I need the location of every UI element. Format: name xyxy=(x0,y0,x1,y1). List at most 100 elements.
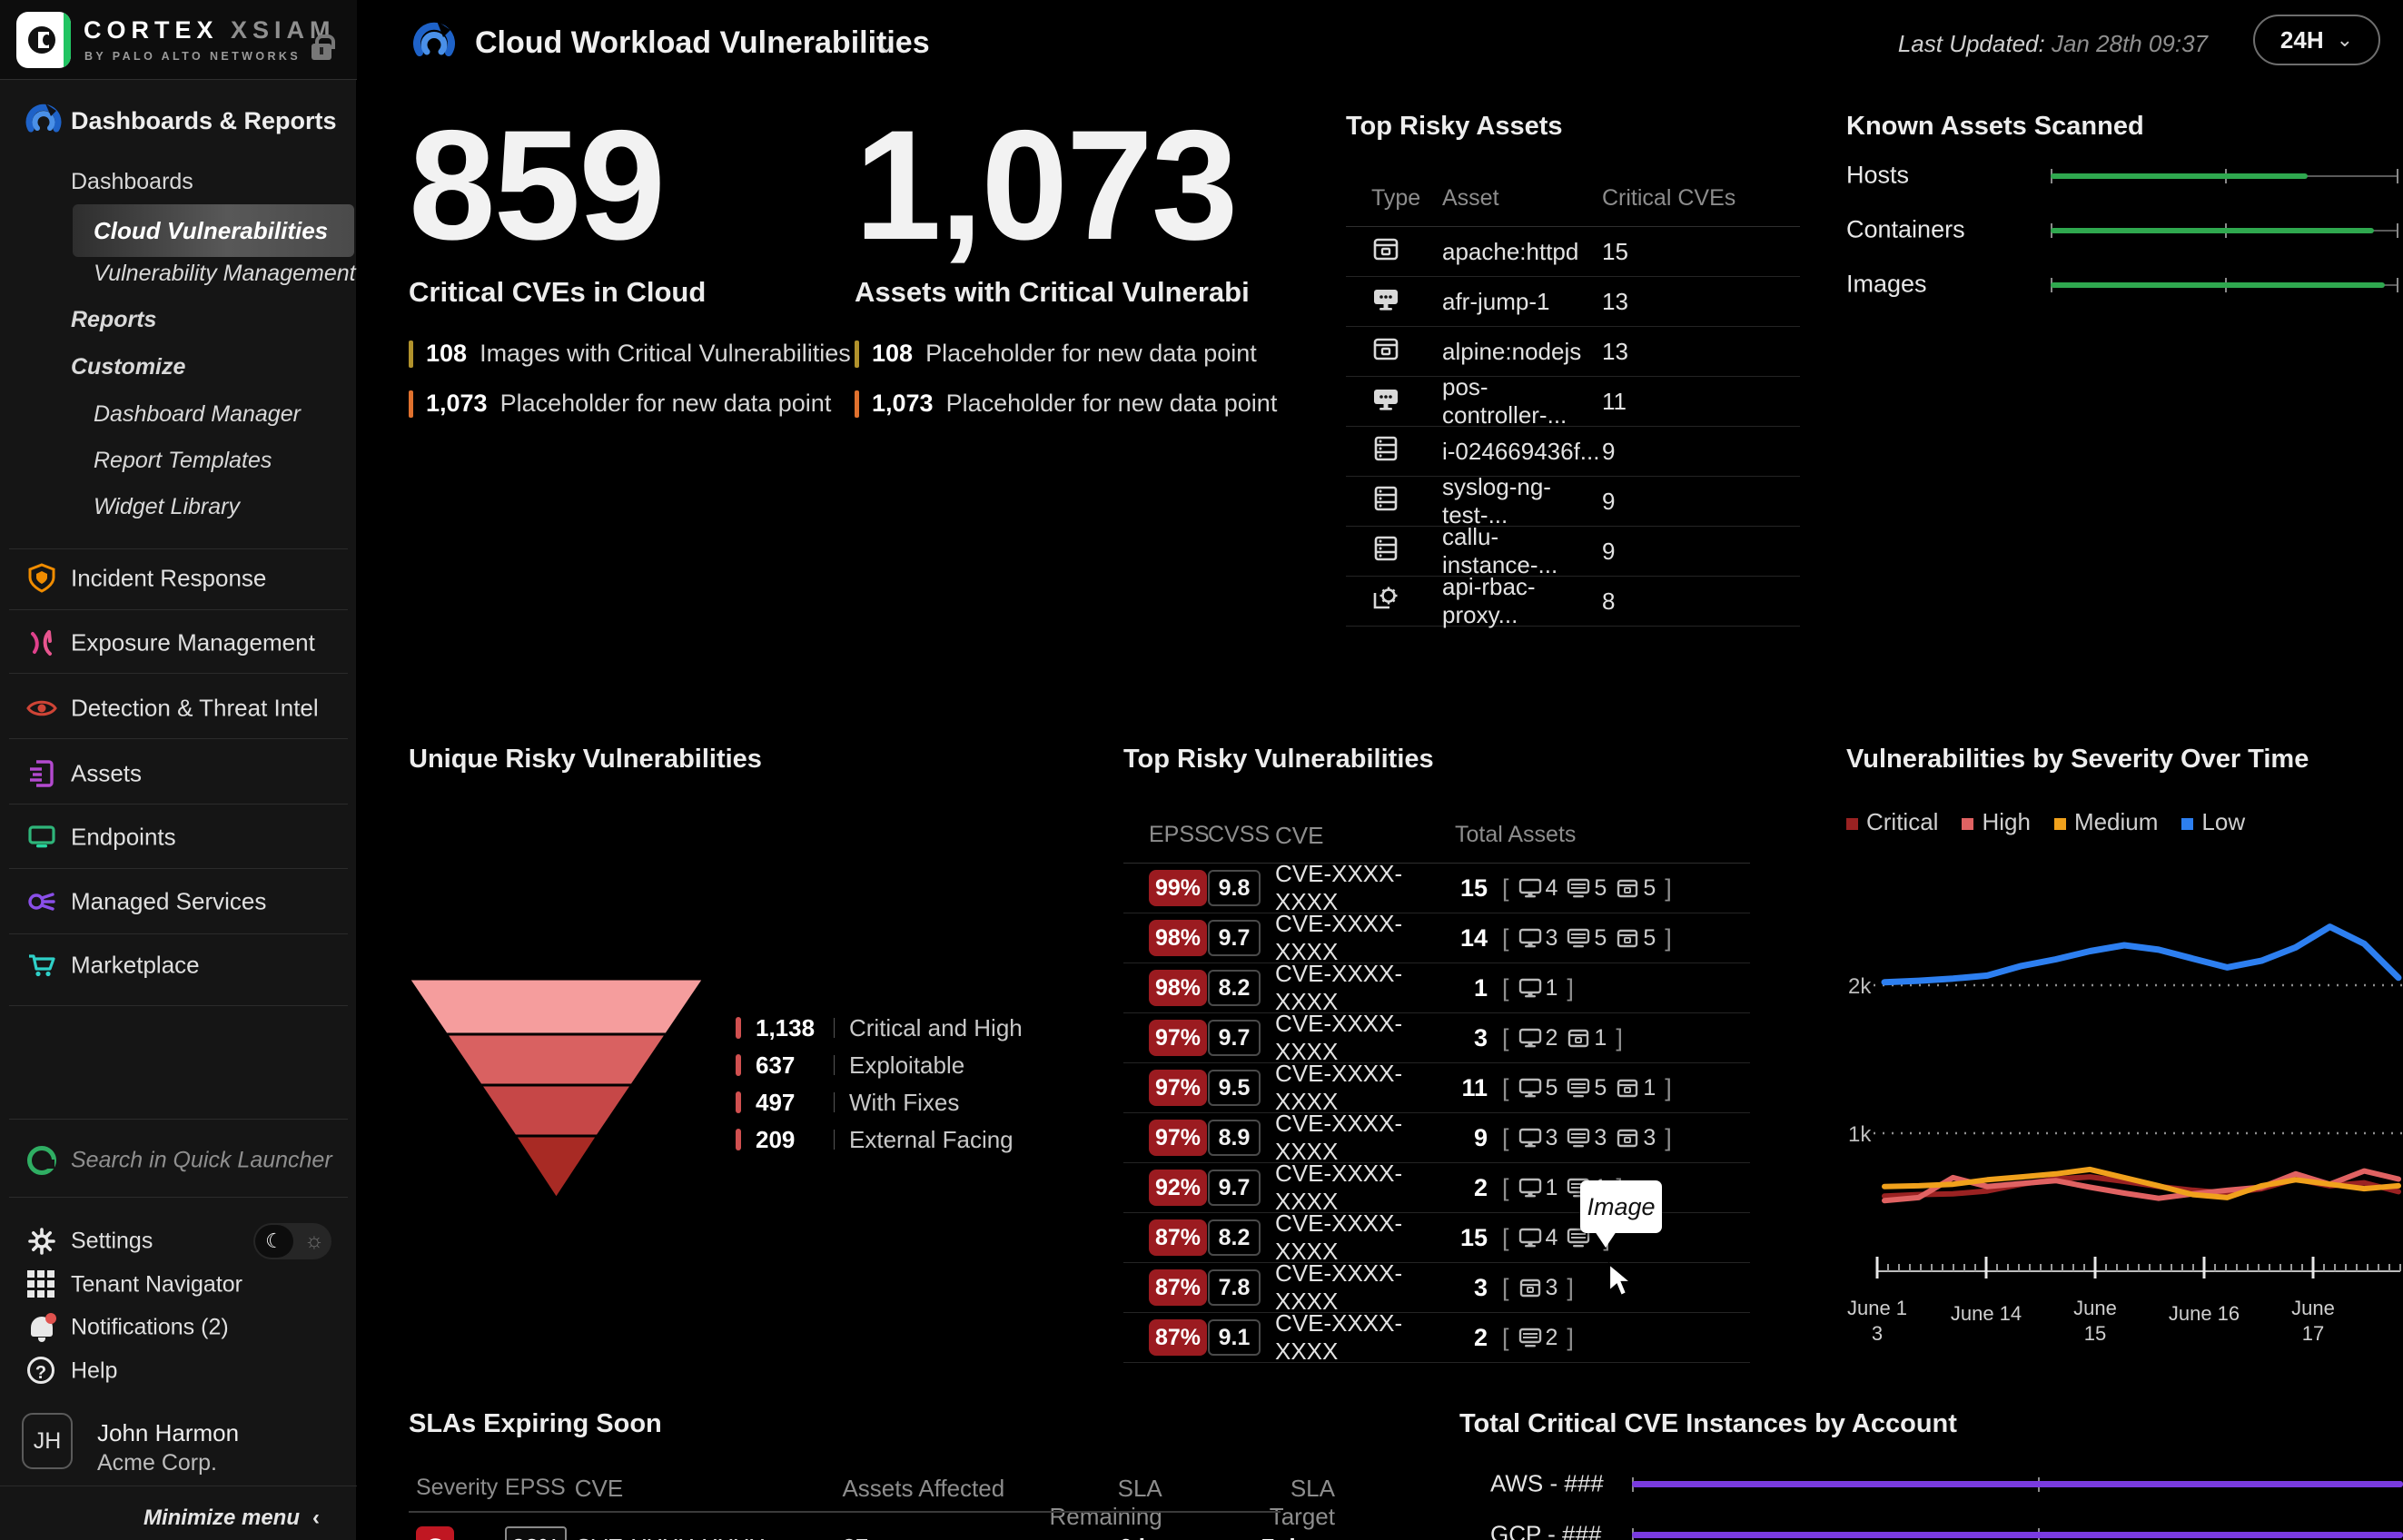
sidebar-item-reports[interactable]: Reports xyxy=(71,307,156,333)
host-icon xyxy=(1518,1176,1542,1199)
divider xyxy=(9,673,348,674)
sidebar-item-notifications[interactable]: Notifications (2) xyxy=(0,1306,357,1349)
sidebar-item-exposure-management[interactable]: Exposure Management xyxy=(0,611,357,675)
table-row[interactable]: 97% 9.5 CVE-XXXX-XXXX 11 [5 5 1] xyxy=(1123,1060,1750,1115)
minimize-menu-button[interactable]: Minimize menu ‹ xyxy=(143,1505,320,1531)
container-icon xyxy=(1371,234,1400,263)
total-assets-count: 11 xyxy=(1461,1073,1488,1101)
dark-mode-icon[interactable]: ☾ xyxy=(255,1225,293,1258)
share-node-icon xyxy=(28,893,55,911)
divider xyxy=(9,868,348,869)
exposure-icon xyxy=(31,630,52,656)
table-row[interactable]: syslog-ng-test-... 9 xyxy=(1346,473,1800,528)
sidebar-item-endpoints[interactable]: Endpoints xyxy=(0,805,357,869)
sidebar-item-help[interactable]: ? Help xyxy=(0,1349,357,1393)
cvss-badge: 7.8 xyxy=(1208,1269,1261,1306)
grid-icon xyxy=(27,1270,56,1299)
quick-launcher[interactable]: Search in Quick Launcher xyxy=(0,1139,357,1182)
page-title: Cloud Workload Vulnerabilities xyxy=(475,25,930,60)
table-row[interactable]: 97% 9.7 CVE-XXXX-XXXX 3 [2 1] xyxy=(1123,1010,1750,1065)
panel-title: Total Critical CVE Instances by Account xyxy=(1459,1409,1957,1438)
sidebar-item-assets[interactable]: Assets xyxy=(0,742,357,805)
vm-icon xyxy=(1567,926,1590,950)
total-assets-count: 2 xyxy=(1473,1323,1488,1351)
sidebar-item-widget-library[interactable]: Widget Library xyxy=(94,494,240,520)
cve-id: CVE-XXXX-XXXX xyxy=(1275,1259,1403,1315)
sidebar-item-label: Incident Response xyxy=(71,564,267,592)
funnel-chart[interactable] xyxy=(409,979,704,1201)
host-icon xyxy=(1518,976,1542,1000)
table-row[interactable]: 87% 9.1 CVE-XXXX-XXXX 2 [2] xyxy=(1123,1309,1750,1365)
table-row[interactable]: 99% 9.8 CVE-XXXX-XXXX 15 [4 5 5] xyxy=(1123,860,1750,915)
table-row[interactable]: apache:httpd 15 xyxy=(1346,227,1800,277)
table-row[interactable]: callu-instance-... 9 xyxy=(1346,523,1800,578)
panel-slas-expiring-soon: SLAs Expiring Soon Severity EPSS CVE Ass… xyxy=(409,1409,1335,1540)
sidebar-item-incident-response[interactable]: Incident Response xyxy=(0,547,357,610)
chevron-down-icon[interactable]: ⌄ xyxy=(876,31,896,59)
sidebar-item-dashboards[interactable]: Dashboards xyxy=(71,169,193,195)
theme-toggle[interactable]: ☾ ☼ xyxy=(253,1223,331,1259)
table-row[interactable]: 97% 8.9 CVE-XXXX-XXXX 9 [3 3 3] xyxy=(1123,1110,1750,1165)
sidebar-item-tenant-navigator[interactable]: Tenant Navigator xyxy=(0,1263,357,1307)
sidebar-item-managed-services[interactable]: Managed Services xyxy=(0,870,357,933)
table-row[interactable]: afr-jump-1 13 xyxy=(1346,277,1800,327)
legend-item: 497 With Fixes xyxy=(736,1089,1023,1116)
epss-badge: 87% xyxy=(1149,1219,1207,1256)
line-chart[interactable]: 2k 1k June 1 3 June 14 June 15 June 16 J… xyxy=(1846,844,2403,1353)
sidebar-item-label: Assets xyxy=(71,759,143,787)
epss-badge: 97% xyxy=(1149,1020,1207,1056)
user-name: John Harmon xyxy=(97,1419,240,1446)
kpi-value: 859 xyxy=(409,98,666,272)
sidebar-item-settings[interactable]: Settings ☾ ☼ xyxy=(0,1219,357,1263)
bar-fill xyxy=(1632,1481,2403,1487)
sidebar-item-customize[interactable]: Customize xyxy=(71,354,185,380)
user-org: Acme Corp. xyxy=(97,1450,217,1476)
table-row[interactable]: pos-controller-... 11 xyxy=(1346,373,1800,429)
dashboard-gauge-icon xyxy=(413,21,455,56)
panel-title: Known Assets Scanned xyxy=(1846,112,2144,141)
table-row[interactable]: alpine:nodejs 13 xyxy=(1346,327,1800,377)
sidebar-item-dashboard-manager[interactable]: Dashboard Manager xyxy=(94,401,301,428)
table-row[interactable]: C 92% CVE-XXXX-XXXX 27 6 hr 7 days xyxy=(409,1520,1335,1540)
asset-breakdown: [1] xyxy=(1502,973,1574,1002)
table-row[interactable]: api-rbac-proxy... 8 xyxy=(1346,573,1800,628)
series-low xyxy=(1881,923,2402,986)
sidebar-item-vulnerability-management[interactable]: Vulnerability Management xyxy=(94,261,356,287)
panel-severity-over-time: Vulnerabilities by Severity Over Time Cr… xyxy=(1846,745,2403,1380)
divider xyxy=(409,1511,1281,1513)
panel-top-risky-assets: Top Risky Assets Type Asset Critical CVE… xyxy=(1346,112,1800,628)
cortex-glyph-icon xyxy=(28,26,55,54)
kpi-substat: 108 Placeholder for new data point xyxy=(855,340,1277,368)
time-range-button[interactable]: 24H ⌄ xyxy=(2253,15,2380,65)
asset-breakdown: [3 5 5] xyxy=(1502,923,1672,952)
quick-launcher-icon xyxy=(27,1146,56,1175)
cart-icon xyxy=(29,954,55,977)
avatar[interactable]: JH xyxy=(22,1413,73,1469)
epss-badge: 87% xyxy=(1149,1269,1207,1306)
sidebar-item-cloud-vulnerabilities[interactable]: Cloud Vulnerabilities xyxy=(73,204,354,257)
sidebar-item-marketplace[interactable]: Marketplace xyxy=(0,933,357,997)
funnel-seg-exploitable xyxy=(443,1032,669,1087)
progress-fill xyxy=(2051,173,2309,179)
sidebar-item-detection-threat-intel[interactable]: Detection & Threat Intel xyxy=(0,676,357,740)
chevron-left-icon: ‹ xyxy=(312,1505,320,1530)
cve-id: CVE-XXXX-XXXX xyxy=(1275,1060,1403,1115)
table-row[interactable]: 87% 7.8 CVE-XXXX-XXXX 3[3] xyxy=(1123,1259,1750,1315)
table-row[interactable]: 98% 9.7 CVE-XXXX-XXXX 14 [3 5 5] xyxy=(1123,910,1750,965)
sidebar-item-label: Detection & Threat Intel xyxy=(71,694,319,722)
gear-icon xyxy=(28,1228,55,1255)
image-tooltip: Image xyxy=(1580,1180,1662,1248)
cvss-badge: 8.9 xyxy=(1208,1120,1261,1156)
divider xyxy=(9,1197,348,1198)
notification-dot xyxy=(45,1313,56,1324)
sidebar-item-report-templates[interactable]: Report Templates xyxy=(94,448,272,474)
host-icon xyxy=(1518,1026,1542,1050)
total-assets-count: 3 xyxy=(1473,1023,1488,1051)
table-row[interactable]: 98% 8.2 CVE-XXXX-XXXX 1 [1] xyxy=(1123,960,1750,1015)
cvss-badge: 9.7 xyxy=(1208,920,1261,956)
table-row[interactable]: i-024669436f... 9 xyxy=(1346,427,1800,477)
legend-item: 1,138 Critical and High xyxy=(736,1014,1023,1041)
light-mode-icon[interactable]: ☼ xyxy=(304,1223,324,1259)
total-assets-count: 3 xyxy=(1473,1273,1488,1301)
total-assets-count: 9 xyxy=(1473,1123,1488,1151)
